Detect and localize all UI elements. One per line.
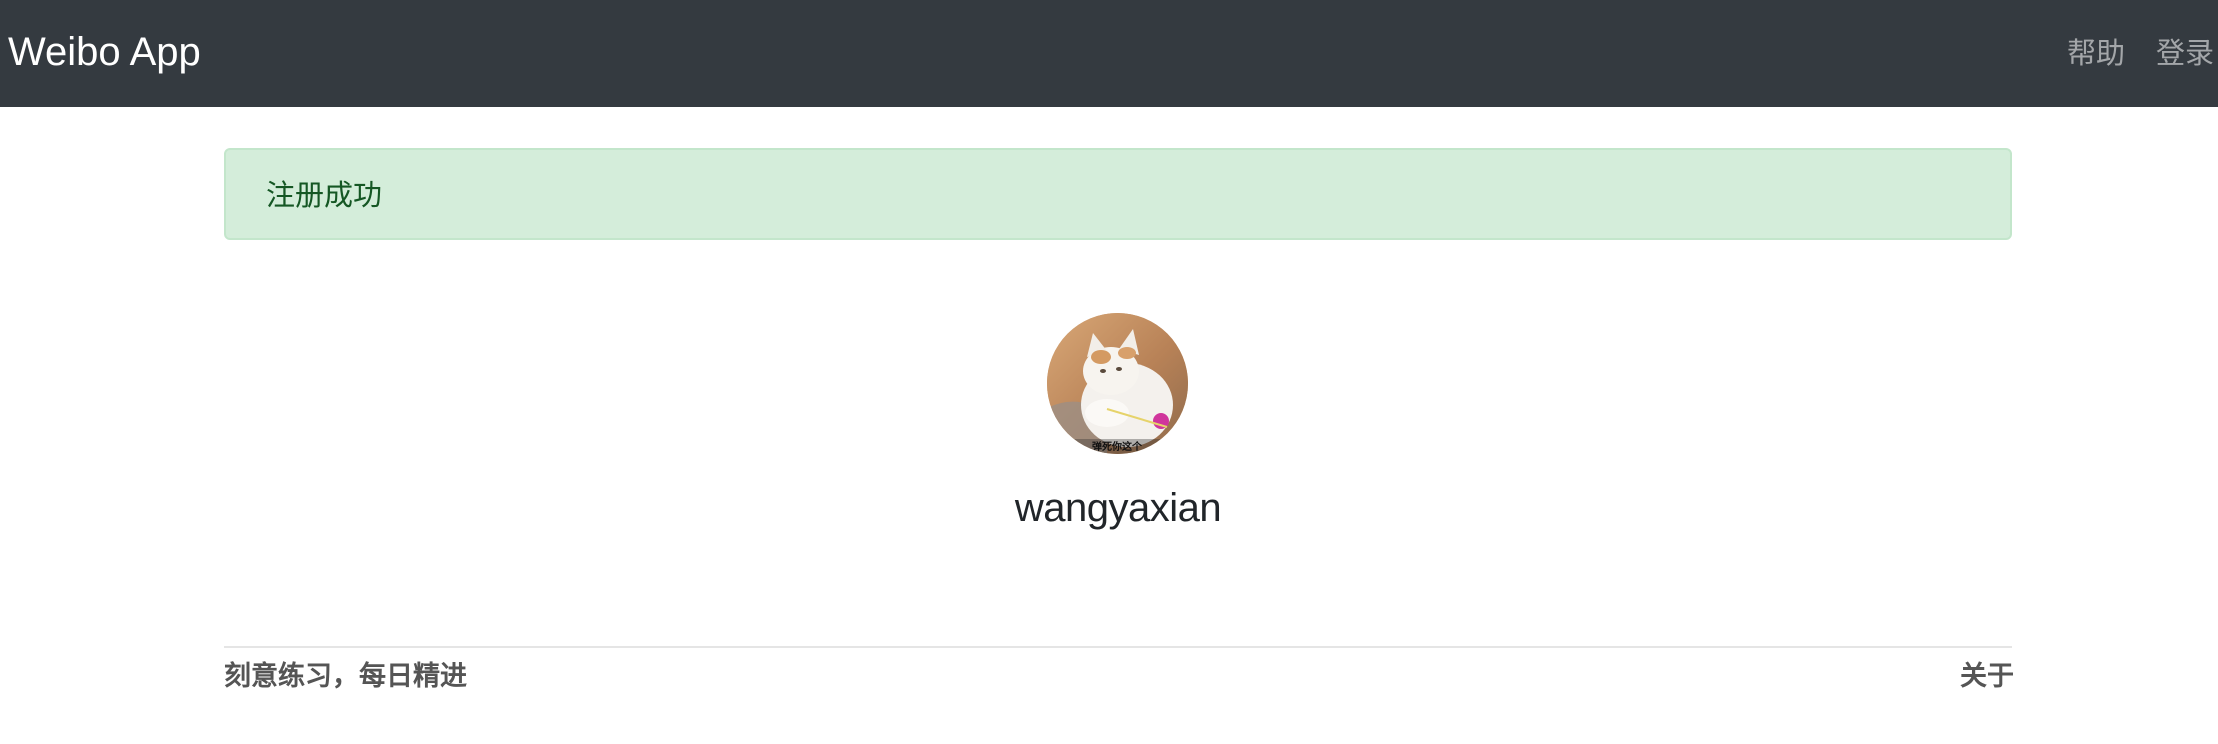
nav-login-link[interactable]: 登录 [2156,36,2214,72]
alert-message: 注册成功 [266,180,383,212]
footer-slogan: 刻意练习，每日精进 [224,661,467,691]
username-heading: wangyaxian [1014,486,1222,530]
user-avatar: 弹死你这个 [1047,313,1188,454]
footer-about-link[interactable]: 关于 [1960,658,2014,694]
avatar-caption: 弹死你这个 [1092,440,1143,453]
top-navbar: Weibo App 帮助 登录 [0,0,2218,107]
success-alert: 注册成功 [224,148,2012,240]
avatar-cat-image: 弹死你这个 [1047,313,1188,454]
footer-divider [224,646,2012,648]
nav-help-link[interactable]: 帮助 [2067,36,2125,72]
brand-link[interactable]: Weibo App [8,27,201,77]
